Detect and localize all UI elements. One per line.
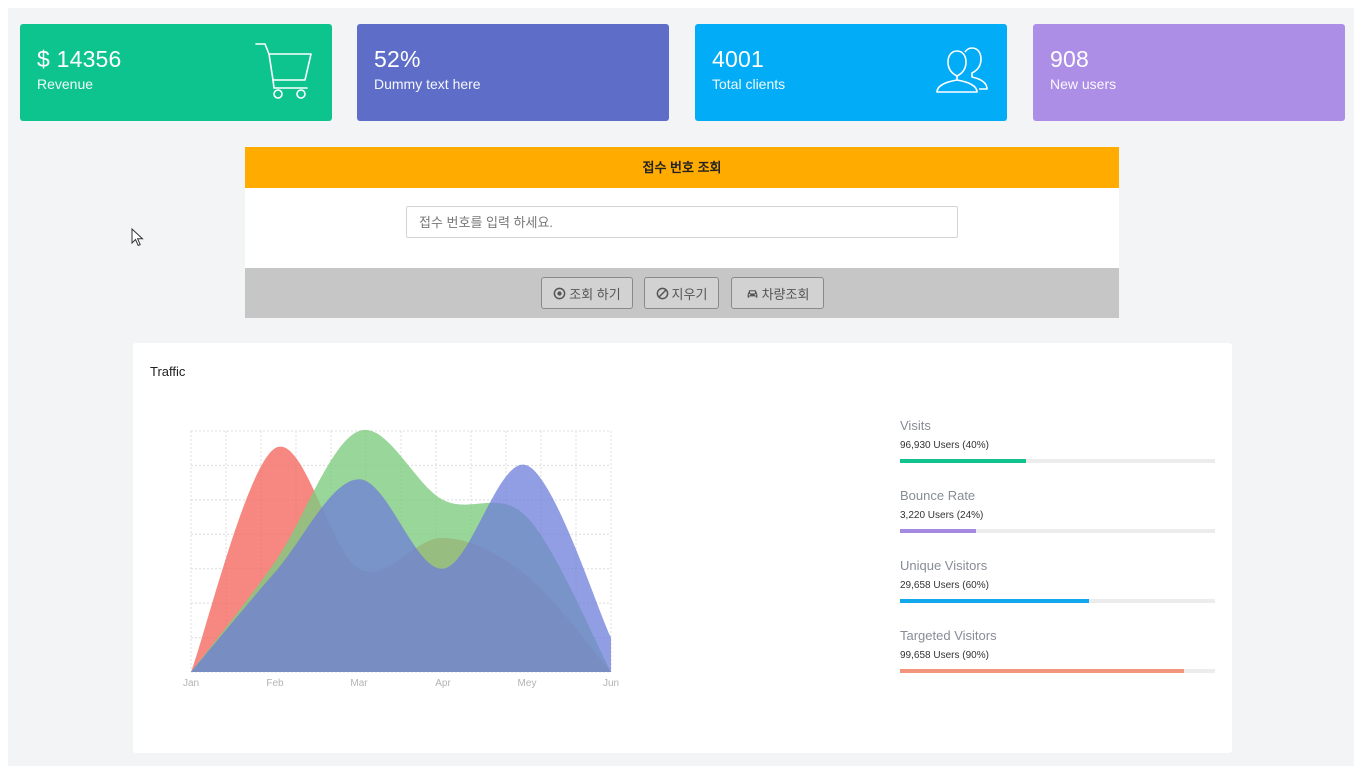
stat-progress-fill: [900, 459, 1026, 463]
x-tick-label: Feb: [266, 678, 284, 689]
vehicle-lookup-button[interactable]: 차량조회: [731, 277, 824, 309]
stat-bounce-rate: Bounce Rate 3,220 Users (24%): [900, 488, 1215, 558]
percent-value: 52%: [374, 46, 421, 72]
stat-progress-track: [900, 529, 1215, 533]
lookup-body: [245, 188, 1119, 268]
stat-progress-fill: [900, 669, 1184, 673]
stat-title: Unique Visitors: [900, 558, 988, 573]
clear-button-label: 지우기: [671, 286, 708, 302]
stat-title: Bounce Rate: [900, 488, 976, 503]
search-button-label: 조회 하기: [569, 286, 621, 302]
new-users-value: 908: [1050, 46, 1089, 72]
traffic-stats: Visits 96,930 Users (40%) Bounce Rate 3,…: [900, 418, 1215, 698]
stat-users: 3,220 Users (24%): [900, 510, 984, 521]
traffic-area-chart: Jan Feb Mar Apr Mey Jun: [183, 429, 619, 689]
stat-progress-fill: [900, 529, 976, 533]
ban-icon: [656, 287, 668, 299]
stat-progress-track: [900, 669, 1215, 673]
stat-progress-track: [900, 459, 1215, 463]
percent-card: 52% Dummy text here: [357, 24, 669, 121]
lookup-title: 접수 번호 조회: [245, 147, 1119, 188]
revenue-card: $ 14356 Revenue: [20, 24, 332, 121]
lookup-panel: 접수 번호 조회 조회 하기 지우기 차량조회: [245, 147, 1119, 318]
x-tick-label: Apr: [435, 678, 451, 689]
stat-title: Targeted Visitors: [900, 628, 997, 643]
mouse-cursor-icon: [131, 228, 144, 247]
clear-button[interactable]: 지우기: [644, 277, 719, 309]
x-tick-label: Mey: [518, 678, 537, 689]
stat-users: 96,930 Users (40%): [900, 440, 989, 451]
stat-visits: Visits 96,930 Users (40%): [900, 418, 1215, 488]
lookup-actions: 조회 하기 지우기 차량조회: [245, 268, 1119, 318]
new-users-card: 908 New users: [1033, 24, 1345, 121]
receipt-number-input[interactable]: [406, 206, 958, 238]
stat-users: 29,658 Users (60%): [900, 580, 989, 591]
stat-progress-fill: [900, 599, 1089, 603]
vehicle-lookup-button-label: 차량조회: [761, 286, 810, 302]
x-tick-label: Jun: [603, 678, 619, 689]
percent-label: Dummy text here: [374, 76, 481, 92]
search-button[interactable]: 조회 하기: [541, 277, 633, 309]
cart-icon: [255, 43, 312, 99]
stat-targeted-visitors: Targeted Visitors 99,658 Users (90%): [900, 628, 1215, 698]
target-icon: [553, 287, 566, 299]
x-tick-label: Jan: [183, 678, 199, 689]
clients-card: 4001 Total clients: [695, 24, 1007, 121]
stat-unique-visitors: Unique Visitors 29,658 Users (60%): [900, 558, 1215, 628]
traffic-panel: Traffic Jan Feb Mar Apr Mey Jun Visits 96,930…: [133, 343, 1232, 753]
users-icon: [936, 47, 988, 93]
stat-progress-track: [900, 599, 1215, 603]
new-users-label: New users: [1050, 76, 1117, 92]
x-tick-label: Mar: [350, 678, 368, 689]
stat-title: Visits: [900, 418, 931, 433]
stat-users: 99,658 Users (90%): [900, 650, 989, 661]
car-icon: [747, 289, 757, 298]
